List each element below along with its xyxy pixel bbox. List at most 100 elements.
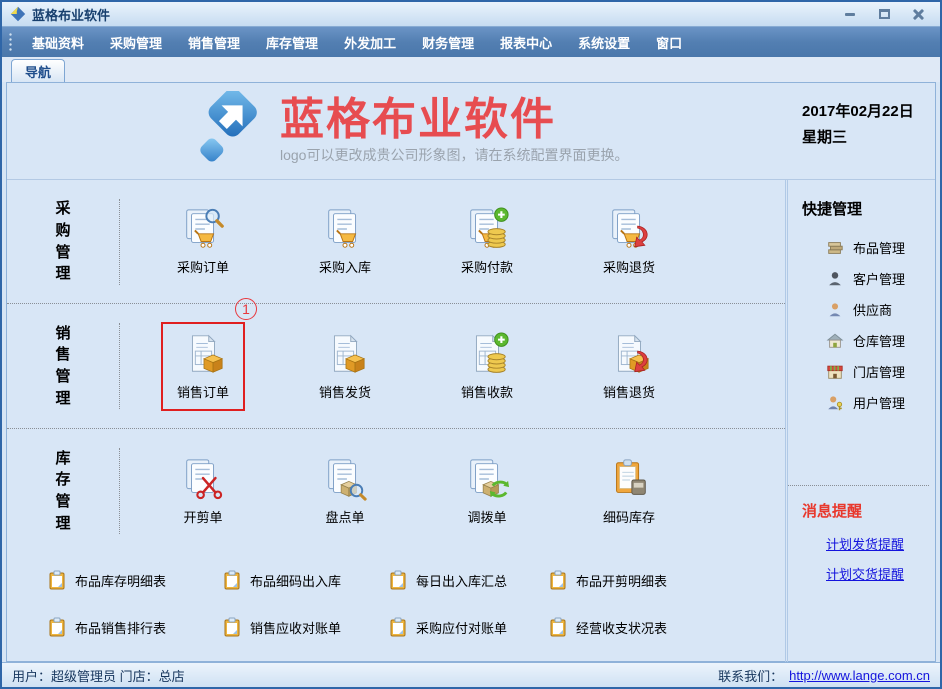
message-title: 消息提醒 xyxy=(802,500,929,521)
menu-item[interactable]: 库存管理 xyxy=(253,27,331,58)
launcher-label: 开剪单 xyxy=(183,507,222,526)
clipboard-icon xyxy=(548,617,568,637)
toolbar-grip-icon xyxy=(8,32,13,52)
launcher-page-box-return[interactable]: 销售退货 xyxy=(558,322,700,411)
sidebar-item-warehouse[interactable]: 仓库管理 xyxy=(802,325,929,356)
report-item[interactable]: 采购应付对账单 xyxy=(388,617,548,637)
logo-block: 蓝格布业软件 logo可以更改成贵公司形象图，请在系统配置界面更换。 xyxy=(190,91,628,171)
sidebar-item-customer[interactable]: 客户管理 xyxy=(802,263,929,294)
main-panel: 蓝格布业软件 logo可以更改成贵公司形象图，请在系统配置界面更换。 2017年… xyxy=(6,82,936,662)
launcher-doc-cart-search[interactable]: 采购订单 xyxy=(132,197,274,286)
menu-item[interactable]: 基础资料 xyxy=(19,27,97,58)
doc-box-transfer-icon xyxy=(464,456,510,502)
report-item[interactable]: 布品开剪明细表 xyxy=(548,570,785,590)
section-label: 库存管理 xyxy=(7,448,119,535)
sidebar-item-label: 客户管理 xyxy=(853,269,905,288)
message-link[interactable]: 计划发货提醒 xyxy=(826,534,929,553)
clipboard-icon xyxy=(548,570,568,590)
clipboard-scanner-icon xyxy=(606,456,652,502)
report-label: 布品库存明细表 xyxy=(75,571,166,590)
launcher-inner: 销售收款 xyxy=(445,322,529,411)
tab-navigation[interactable]: 导航 xyxy=(11,59,65,82)
report-label: 经营收支状况表 xyxy=(576,618,667,637)
clipboard-icon xyxy=(47,617,67,637)
user-key-icon xyxy=(826,394,844,412)
report-item[interactable]: 布品细码出入库 xyxy=(222,570,388,590)
section-divider xyxy=(119,448,120,534)
message-link[interactable]: 计划交货提醒 xyxy=(826,564,929,583)
launcher-inner: 采购退货 xyxy=(587,197,671,286)
report-label: 布品细码出入库 xyxy=(250,571,341,590)
contact-link[interactable]: http://www.lange.com.cn xyxy=(789,668,930,683)
section-items: 销售订单1 销售发货 销售收款 销售退货 xyxy=(132,322,700,411)
launcher-inner: 开剪单 xyxy=(164,447,242,536)
report-item[interactable]: 布品库存明细表 xyxy=(47,570,222,590)
section-divider xyxy=(119,323,120,409)
launcher-label: 细码库存 xyxy=(603,507,655,526)
launcher-doc-coins-plus[interactable]: 采购付款 xyxy=(416,197,558,286)
clipboard-icon xyxy=(388,617,408,637)
doc-coins-plus-icon xyxy=(464,206,510,252)
launcher-page-coins-plus[interactable]: 销售收款 xyxy=(416,322,558,411)
section-label: 采购管理 xyxy=(7,198,119,285)
report-label: 布品销售排行表 xyxy=(75,618,166,637)
launcher-doc-box[interactable]: 销售订单1 xyxy=(132,322,274,411)
sidebar-item-store[interactable]: 门店管理 xyxy=(802,356,929,387)
report-label: 每日出入库汇总 xyxy=(416,571,507,590)
status-user-store: 用户：超级管理员 门店：总店 xyxy=(12,666,185,685)
section-items: 开剪单 盘点单 调拨单 细码库存 xyxy=(132,447,700,536)
menu-item[interactable]: 窗口 xyxy=(643,27,695,58)
window-controls xyxy=(842,7,932,21)
launcher-inner: 销售发货 xyxy=(303,322,387,411)
launcher-doc-scissors[interactable]: 开剪单 xyxy=(132,447,274,536)
sidebar-item-user-key[interactable]: 用户管理 xyxy=(802,387,929,418)
menu-item[interactable]: 销售管理 xyxy=(175,27,253,58)
content: 采购管理 采购订单 采购入库 采购付款 采购退货销售管理 销售订单1 销售发货 … xyxy=(7,180,935,662)
launcher-label: 采购退货 xyxy=(603,257,655,276)
sidebar-item-label: 布品管理 xyxy=(853,238,905,257)
menu-item[interactable]: 采购管理 xyxy=(97,27,175,58)
sidebar-item-supplier[interactable]: 供应商 xyxy=(802,294,929,325)
sidebar-item-label: 仓库管理 xyxy=(853,331,905,350)
launcher-doc-box-search[interactable]: 盘点单 xyxy=(274,447,416,536)
clipboard-icon xyxy=(388,570,408,590)
menu-item[interactable]: 外发加工 xyxy=(331,27,409,58)
launcher-doc-cart[interactable]: 采购入库 xyxy=(274,197,416,286)
title-bar: 蓝格布业软件 xyxy=(2,2,940,26)
doc-box-icon xyxy=(322,331,368,377)
report-item[interactable]: 经营收支状况表 xyxy=(548,617,785,637)
report-item[interactable]: 销售应收对账单 xyxy=(222,617,388,637)
launcher-doc-box[interactable]: 销售发货 xyxy=(274,322,416,411)
menu-item[interactable]: 报表中心 xyxy=(487,27,565,58)
launcher-doc-cart-return[interactable]: 采购退货 xyxy=(558,197,700,286)
launcher-label: 采购订单 xyxy=(177,257,229,276)
minimize-button[interactable] xyxy=(842,7,858,21)
report-item[interactable]: 布品销售排行表 xyxy=(47,617,222,637)
close-icon xyxy=(912,8,924,20)
minimize-icon xyxy=(845,13,855,16)
close-button[interactable] xyxy=(910,7,926,21)
menu-item[interactable]: 系统设置 xyxy=(565,27,643,58)
maximize-button[interactable] xyxy=(876,7,892,21)
menu-items: 基础资料采购管理销售管理库存管理外发加工财务管理报表中心系统设置窗口 xyxy=(19,27,695,58)
launcher-label: 销售订单 xyxy=(177,382,229,401)
report-label: 采购应付对账单 xyxy=(416,618,507,637)
sidebar-item-fabric[interactable]: 布品管理 xyxy=(802,232,929,263)
clipboard-icon xyxy=(222,570,242,590)
report-item[interactable]: 每日出入库汇总 xyxy=(388,570,548,590)
launcher-clipboard-scanner[interactable]: 细码库存 xyxy=(558,447,700,536)
menu-item[interactable]: 财务管理 xyxy=(409,27,487,58)
section-row: 库存管理 开剪单 盘点单 调拨单 细码库存 xyxy=(7,428,785,553)
launcher-label: 销售退货 xyxy=(603,382,655,401)
launcher-inner: 采购付款 xyxy=(445,197,529,286)
page-box-return-icon xyxy=(606,331,652,377)
banner: 蓝格布业软件 logo可以更改成贵公司形象图，请在系统配置界面更换。 2017年… xyxy=(7,83,935,180)
store-icon xyxy=(826,363,844,381)
doc-cart-return-icon xyxy=(606,206,652,252)
launcher-label: 调拨单 xyxy=(467,507,506,526)
window-title: 蓝格布业软件 xyxy=(32,5,110,24)
doc-cart-icon xyxy=(322,206,368,252)
sidebar: 快捷管理 布品管理 客户管理 供应商 仓库管理 门店管理 用户管理 消息提醒 计… xyxy=(785,180,935,662)
launcher-doc-box-transfer[interactable]: 调拨单 xyxy=(416,447,558,536)
launcher-inner: 采购入库 xyxy=(303,197,387,286)
